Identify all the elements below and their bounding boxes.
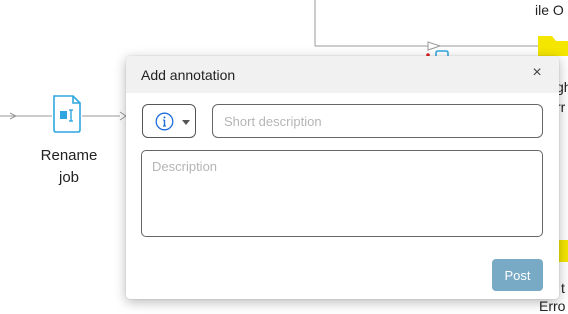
chevron-down-icon [182,120,190,125]
description-textarea[interactable] [141,150,543,237]
dialog-header: Add annotation × [126,56,559,93]
arrow-head-icon [427,41,442,51]
folder-node-icon[interactable] [538,36,568,56]
annotation-type-select[interactable] [142,104,196,138]
close-icon[interactable]: × [529,65,545,81]
node-label-partial: ile O [535,2,564,18]
info-icon [155,112,174,131]
node-label-partial: Erro [539,298,566,314]
node-label-line: job [58,169,80,186]
add-annotation-dialog: Add annotation × Post [126,56,559,299]
dialog-title: Add annotation [141,67,236,83]
node-label-partial: t [561,280,565,296]
post-button[interactable]: Post [492,259,543,291]
node-label-line: Rename [40,147,98,164]
rename-job-icon[interactable] [53,95,81,133]
rename-job-label: Rename job [34,145,104,189]
short-description-input[interactable] [212,104,543,138]
